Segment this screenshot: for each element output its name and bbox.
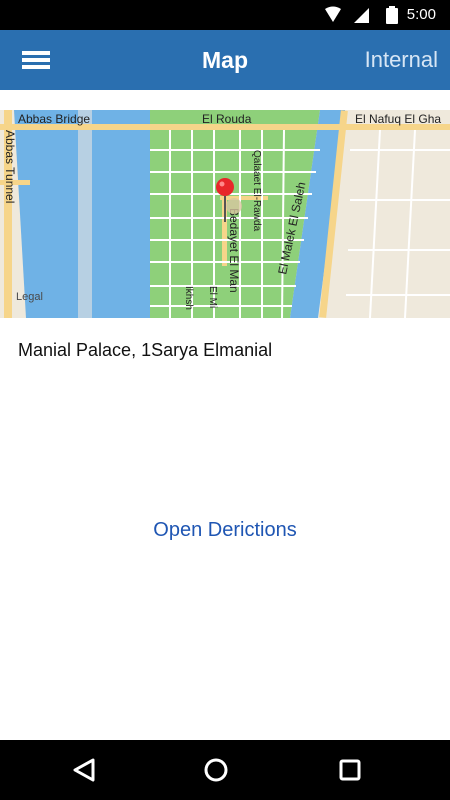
home-button[interactable]: [198, 752, 234, 788]
map-label-abbas-tunnel: Abbas Tunnel: [3, 130, 17, 203]
map-label-el-nafuq: El Nafuq El Gha: [355, 112, 441, 126]
home-circle-icon: [204, 758, 228, 782]
map-label-bedayet-el-man: Bedayet El Man: [227, 208, 241, 293]
map-view[interactable]: Abbas Bridge El Rouda El Nafuq El Gha Ab…: [0, 110, 450, 318]
map-label-ikhsh: Ikhsh: [183, 286, 194, 310]
place-marker-halo: [226, 198, 242, 214]
recents-button[interactable]: [332, 752, 368, 788]
map-canvas: Abbas Bridge El Rouda El Nafuq El Gha Ab…: [0, 110, 450, 318]
signal-icon: [354, 8, 369, 23]
status-time: 5:00: [406, 6, 436, 23]
map-label-abbas-bridge: Abbas Bridge: [18, 112, 90, 126]
status-bar: 5:00: [0, 0, 450, 30]
map-top-spacer: [0, 90, 450, 110]
recents-square-icon: [339, 759, 361, 781]
back-triangle-icon: [73, 758, 95, 782]
back-button[interactable]: [66, 752, 102, 788]
navigation-bar: [0, 740, 450, 800]
battery-icon: [386, 6, 398, 24]
internal-button[interactable]: Internal: [365, 30, 438, 90]
open-directions-link[interactable]: Open Derictions: [0, 519, 450, 542]
map-label-el-mi: El Mi: [207, 286, 218, 308]
app-bar: Map Internal: [0, 30, 450, 90]
map-label-el-rouda: El Rouda: [202, 112, 252, 126]
location-address: Manial Palace, 1Sarya Elmanial: [18, 340, 273, 360]
map-legal-link[interactable]: Legal: [16, 291, 43, 303]
map-label-qalaaet-el-rawda: Qalaaet El-Rawda: [251, 150, 262, 232]
wifi-icon: [325, 6, 341, 22]
